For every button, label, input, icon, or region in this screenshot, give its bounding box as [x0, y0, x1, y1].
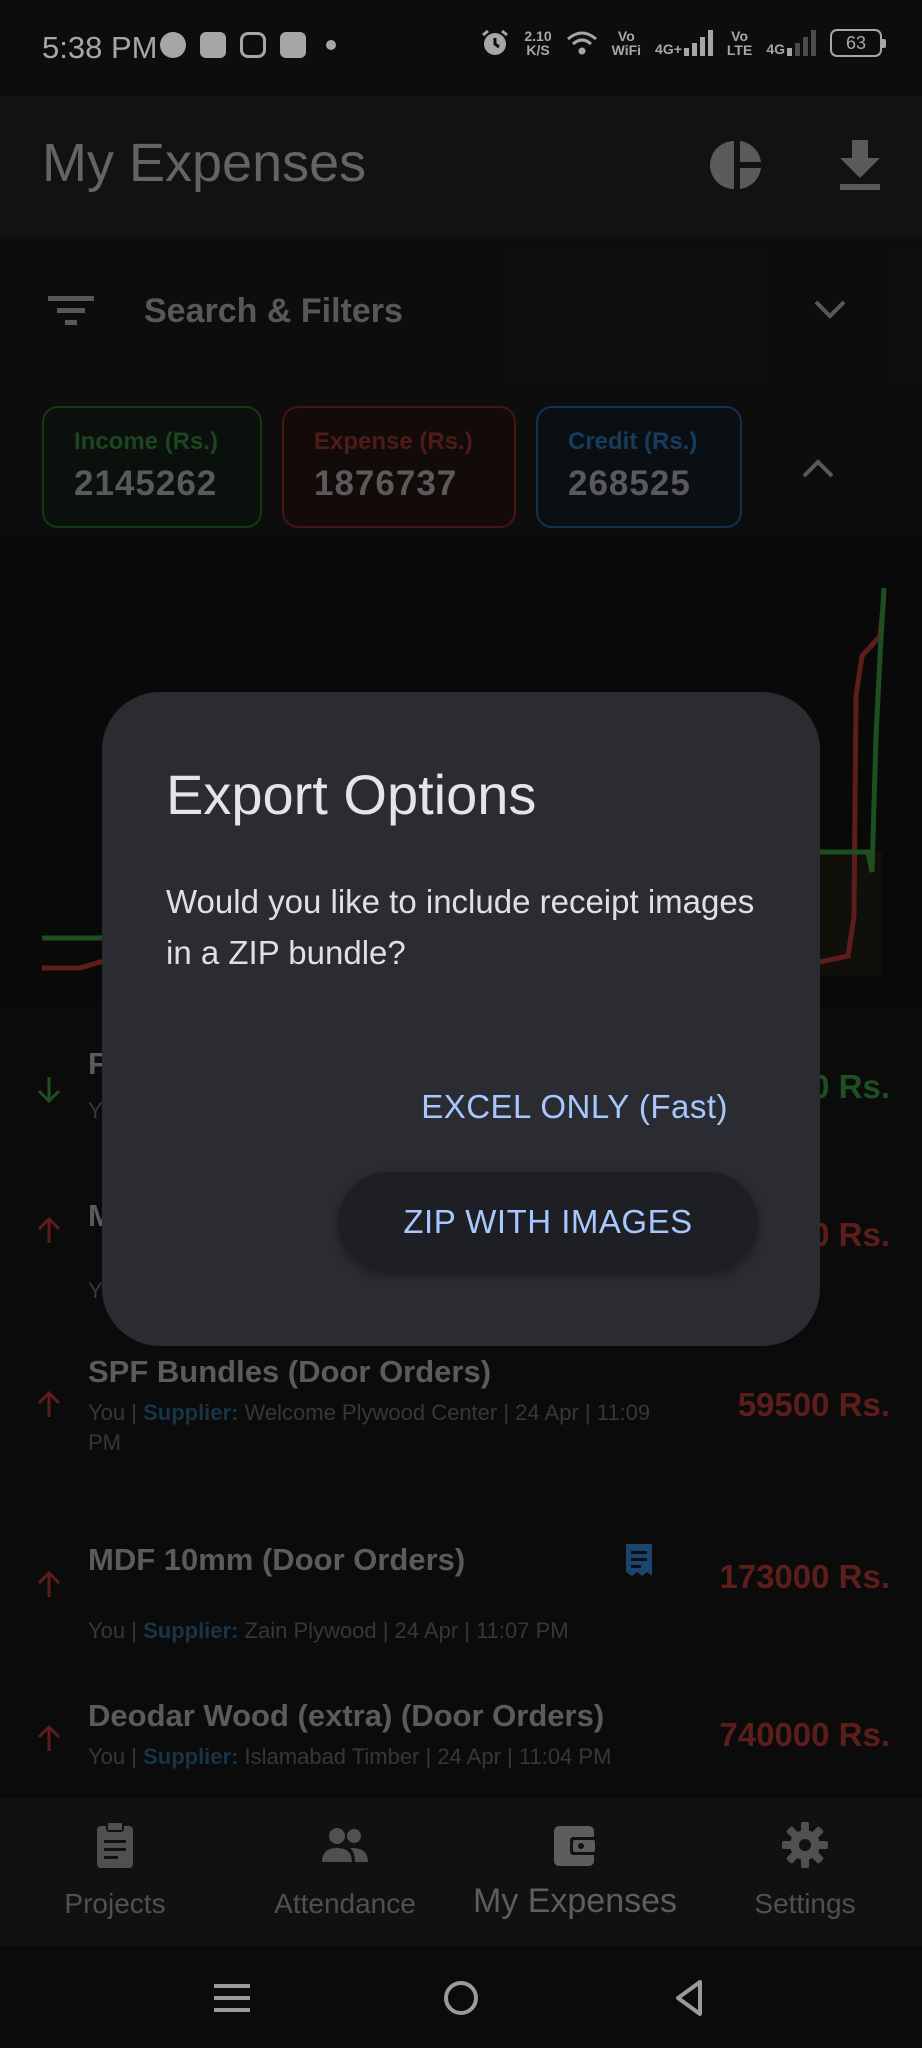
dialog-message: Would you like to include receipt images…	[166, 883, 755, 971]
home-circle-icon[interactable]	[439, 1976, 483, 2020]
export-options-dialog: Export Options Would you like to include…	[102, 692, 820, 1346]
back-triangle-icon[interactable]	[668, 1976, 712, 2020]
dialog-title: Export Options	[166, 763, 537, 826]
zip-with-images-button[interactable]: ZIP WITH IMAGES	[338, 1172, 758, 1272]
excel-only-button[interactable]: EXCEL ONLY (Fast)	[421, 1088, 728, 1126]
recents-menu-icon[interactable]	[210, 1976, 254, 2020]
system-navigation-bar	[0, 1946, 922, 2048]
